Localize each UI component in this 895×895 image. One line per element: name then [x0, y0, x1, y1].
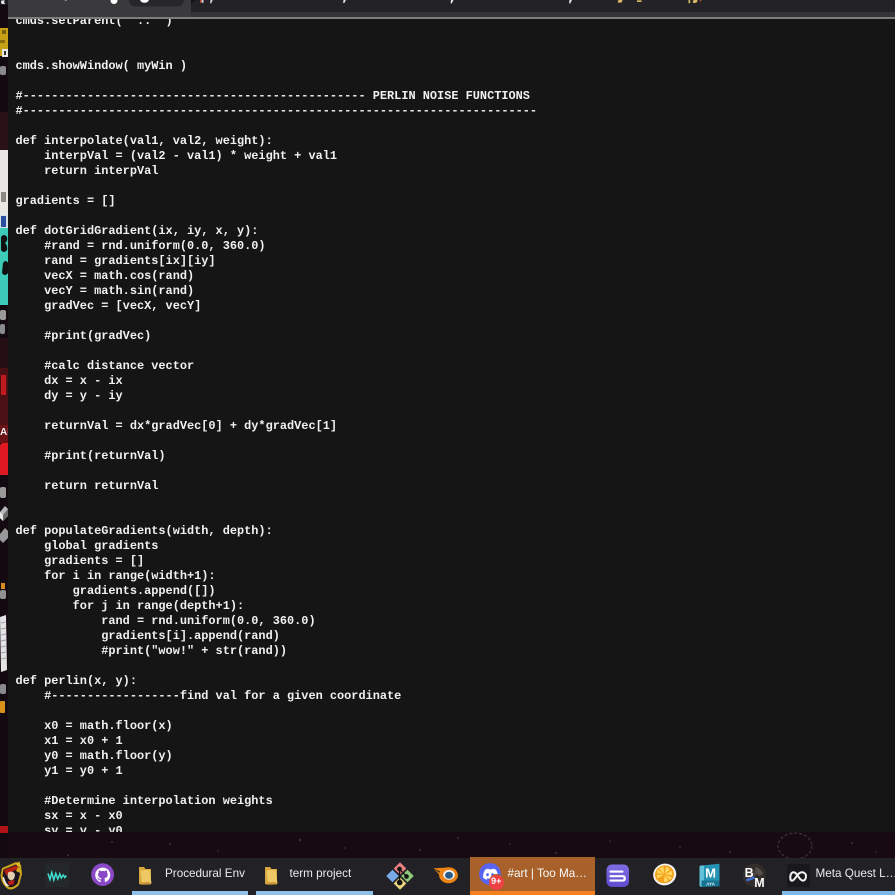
svg-text:M: M [754, 876, 764, 888]
svg-text:AYA: AYA [706, 882, 716, 887]
svg-text:B: B [745, 866, 754, 880]
svg-text:M: M [705, 866, 716, 881]
